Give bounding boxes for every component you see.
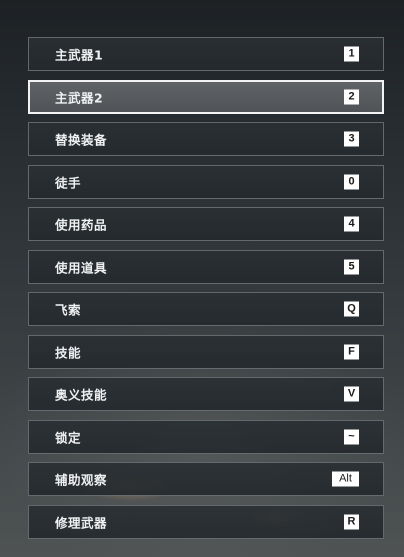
action-label: 飞索	[55, 302, 82, 318]
action-label: 奥义技能	[55, 387, 108, 403]
keybinding-row-ultimate-skill[interactable]: 奥义技能 V	[28, 377, 384, 411]
key-badge: Alt	[332, 471, 359, 487]
key-badge: 3	[344, 131, 359, 147]
keybinding-row-skill[interactable]: 技能 F	[28, 334, 384, 369]
keybinding-row-use-medicine[interactable]: 使用药品 4	[28, 207, 384, 241]
key-badge: 2	[344, 89, 359, 104]
action-label: 辅助观察	[55, 472, 108, 488]
key-badge: Q	[344, 301, 359, 317]
key-badge: 5	[344, 259, 359, 274]
keybinding-row-swap-equipment[interactable]: 替换装备 3	[28, 122, 384, 156]
action-label: 使用道具	[55, 260, 108, 275]
keybinding-row-lock-on[interactable]: 锁定 ~	[28, 419, 384, 454]
action-label: 主武器1	[55, 47, 104, 63]
keybinding-list: 主武器1 1 主武器2 2 替换装备 3 徒手 0 使用药品 4 使用道具 5 …	[28, 37, 384, 547]
action-label: 修理武器	[55, 515, 108, 530]
keybinding-row-primary-weapon-2[interactable]: 主武器2 2	[28, 79, 384, 114]
action-label: 替换装备	[55, 132, 108, 148]
key-badge: F	[344, 344, 359, 359]
keybinding-row-assist-observe[interactable]: 辅助观察 Alt	[28, 462, 384, 496]
keybinding-row-repair-weapon[interactable]: 修理武器 R	[28, 504, 384, 539]
keybinding-row-grappling-hook[interactable]: 飞索 Q	[28, 292, 384, 326]
action-label: 主武器2	[55, 90, 104, 105]
key-badge: R	[344, 514, 359, 529]
key-badge: 1	[344, 46, 359, 62]
keybinding-row-use-item[interactable]: 使用道具 5	[28, 249, 384, 284]
key-badge: ~	[344, 429, 359, 444]
key-badge: 0	[344, 174, 359, 189]
keybinding-row-primary-weapon-1[interactable]: 主武器1 1	[28, 37, 384, 71]
action-label: 锁定	[55, 430, 82, 445]
action-label: 使用药品	[55, 217, 108, 233]
key-badge: 4	[344, 216, 359, 232]
action-label: 徒手	[55, 175, 82, 190]
key-badge: V	[344, 386, 359, 402]
keybinding-row-unarmed[interactable]: 徒手 0	[28, 164, 384, 199]
action-label: 技能	[55, 345, 82, 360]
